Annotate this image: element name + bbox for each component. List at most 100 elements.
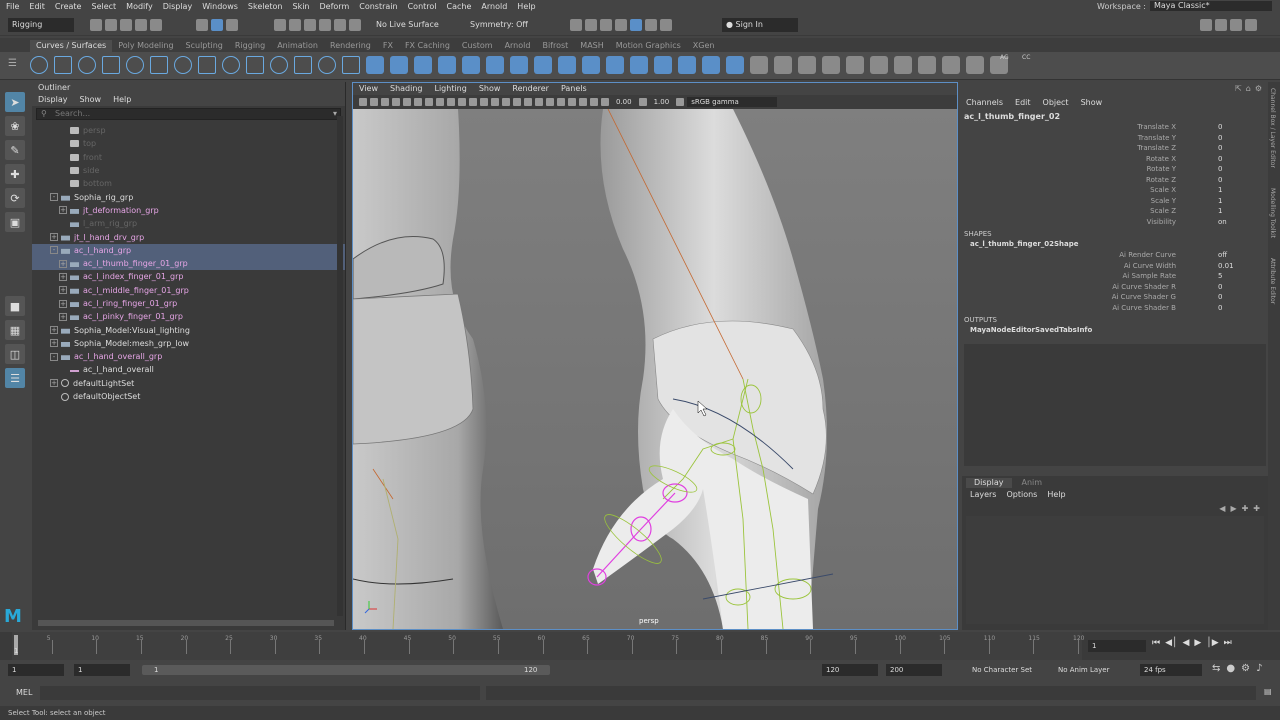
four-view-layout-icon[interactable]: ▦ <box>5 320 25 340</box>
snap-surface-icon[interactable] <box>334 19 346 31</box>
attribute-row-ai-curve-shader-b[interactable]: Ai Curve Shader B 0 <box>964 303 1264 314</box>
outliner-row-side[interactable]: side <box>32 164 345 177</box>
shelf-tab-custom[interactable]: Custom <box>456 40 499 52</box>
loft-icon[interactable] <box>510 56 528 74</box>
isolate-select-icon[interactable] <box>568 98 576 106</box>
menu-skin[interactable]: Skin <box>293 2 310 11</box>
anim-layer-dropdown[interactable]: No Anim Layer <box>1058 664 1109 676</box>
color-management-icon[interactable] <box>676 98 685 106</box>
curve-detach-icon[interactable] <box>246 56 264 74</box>
gamma-icon[interactable] <box>638 98 647 106</box>
deformer-b-icon[interactable] <box>918 56 936 74</box>
curve-fillet-icon[interactable] <box>342 56 360 74</box>
select-camera-icon[interactable] <box>359 98 367 106</box>
outliner-row-ac-l-pinky-finger-01-grp[interactable]: + ac_l_pinky_finger_01_grp <box>32 310 345 323</box>
shelf-tab-fx[interactable]: FX <box>377 40 399 52</box>
cylinder-icon[interactable] <box>414 56 432 74</box>
playback-start-field[interactable]: 1 <box>74 664 130 676</box>
ambient-occlusion-icon[interactable] <box>535 98 543 106</box>
live-surface-label[interactable]: No Live Surface <box>376 18 439 32</box>
hypershade-icon[interactable] <box>630 19 642 31</box>
extrude-icon[interactable] <box>558 56 576 74</box>
outliner-row-l-arm-rig-grp[interactable]: l_arm_rig_grp <box>32 217 345 230</box>
outliner-menu-show[interactable]: Show <box>80 94 102 106</box>
shelf-tab-xgen[interactable]: XGen <box>687 40 721 52</box>
arnold-render-icon[interactable] <box>645 19 657 31</box>
menu-arnold[interactable]: Arnold <box>481 2 507 11</box>
camera-attributes-icon[interactable] <box>370 98 378 106</box>
expand-toggle-icon[interactable]: + <box>50 339 58 348</box>
curve-cut-icon[interactable] <box>198 56 216 74</box>
sphere-icon[interactable] <box>366 56 384 74</box>
attribute-value[interactable]: 0.01 <box>1218 261 1234 272</box>
outliner-row-defaultobjectset[interactable]: defaultObjectSet <box>32 390 345 403</box>
script-language-toggle[interactable]: MEL <box>16 687 32 699</box>
outliner-row-sophia-rig-grp[interactable]: - Sophia_rig_grp <box>32 190 345 203</box>
image-plane-icon[interactable] <box>392 98 400 106</box>
animation-start-field[interactable]: 1 <box>8 664 64 676</box>
xray-icon[interactable] <box>579 98 587 106</box>
time-slider-track[interactable] <box>12 632 1082 660</box>
menu-display[interactable]: Display <box>163 2 193 11</box>
shelf-tab-mash[interactable]: MASH <box>574 40 609 52</box>
ipr-render-icon[interactable] <box>600 19 612 31</box>
snap-point-icon[interactable] <box>304 19 316 31</box>
film-gate-icon[interactable] <box>414 98 422 106</box>
shelf-tab-motion-graphics[interactable]: Motion Graphics <box>610 40 687 52</box>
attribute-value[interactable]: 0 <box>1218 154 1222 165</box>
expand-toggle-icon[interactable]: - <box>50 246 58 255</box>
shelf-tab-rigging[interactable]: Rigging <box>229 40 271 52</box>
expand-toggle-icon[interactable]: + <box>50 326 58 335</box>
layer-menu-layers[interactable]: Layers <box>970 490 996 499</box>
attribute-row-scale-z[interactable]: Scale Z 1 <box>964 206 1264 217</box>
freeform-curve-icon[interactable] <box>174 56 192 74</box>
channel-menu-channels[interactable]: Channels <box>966 98 1003 107</box>
layer-tab-anim[interactable]: Anim <box>1014 478 1051 488</box>
torus-icon[interactable] <box>486 56 504 74</box>
smooth-shade-icon[interactable] <box>480 98 488 106</box>
attribute-row-ai-curve-width[interactable]: Ai Curve Width 0.01 <box>964 261 1264 272</box>
toggle-modeling-toolkit-icon[interactable] <box>1200 19 1212 31</box>
step-back-key-icon[interactable]: ◀│ <box>1165 638 1177 648</box>
animation-end-field[interactable]: 200 <box>886 664 942 676</box>
motion-blur-icon[interactable] <box>546 98 554 106</box>
workspace-dropdown[interactable]: Maya Classic* <box>1150 1 1272 11</box>
play-forward-icon[interactable]: ▶ <box>1194 638 1201 648</box>
magnet-icon[interactable] <box>349 19 361 31</box>
safe-action-icon[interactable] <box>458 98 466 106</box>
outliner-row-ac-l-thumb-finger-01-grp[interactable]: + ac_l_thumb_finger_01_grp <box>32 256 345 271</box>
viewport-menu-renderer[interactable]: Renderer <box>512 83 549 95</box>
open-scene-icon[interactable] <box>105 19 117 31</box>
menu-cache[interactable]: Cache <box>447 2 472 11</box>
deformer-d-icon[interactable] <box>966 56 984 74</box>
channel-menu-show[interactable]: Show <box>1081 98 1103 107</box>
anim-prefs-icon[interactable]: ⚙ <box>1241 663 1250 674</box>
snap-view-icon[interactable] <box>319 19 331 31</box>
outliner-row-front[interactable]: front <box>32 151 345 164</box>
plane-icon[interactable] <box>462 56 480 74</box>
gate-mask-icon[interactable] <box>436 98 444 106</box>
xray-joints-icon[interactable] <box>590 98 598 106</box>
viewport-menu-lighting[interactable]: Lighting <box>434 83 466 95</box>
nurbs-square-icon[interactable] <box>54 56 72 74</box>
bookmarks-icon[interactable] <box>381 98 389 106</box>
ep-curve-icon[interactable] <box>78 56 96 74</box>
paint-select-tool-icon[interactable]: ✎ <box>5 140 25 160</box>
outliner-scrollbar[interactable] <box>337 116 343 616</box>
menu-help[interactable]: Help <box>517 2 535 11</box>
curve-rebuild-icon[interactable] <box>270 56 288 74</box>
shadows-icon[interactable] <box>524 98 532 106</box>
attribute-row-translate-y[interactable]: Translate Y 0 <box>964 133 1264 144</box>
grid-icon[interactable] <box>403 98 411 106</box>
stitch-icon[interactable] <box>822 56 840 74</box>
anti-aliasing-icon[interactable] <box>557 98 565 106</box>
expand-toggle-icon[interactable]: - <box>50 193 58 202</box>
expand-toggle-icon[interactable]: + <box>50 379 58 388</box>
side-tab-channel-box-layer-editor[interactable]: Channel Box / Layer Editor <box>1269 88 1276 168</box>
deformer-a-icon[interactable] <box>894 56 912 74</box>
layer-tab-display[interactable]: Display <box>966 478 1012 488</box>
resolution-gate-icon[interactable] <box>425 98 433 106</box>
attribute-value[interactable]: 0 <box>1218 133 1222 144</box>
layer-menu-options[interactable]: Options <box>1006 490 1037 499</box>
nurbs-circle-icon[interactable] <box>30 56 48 74</box>
